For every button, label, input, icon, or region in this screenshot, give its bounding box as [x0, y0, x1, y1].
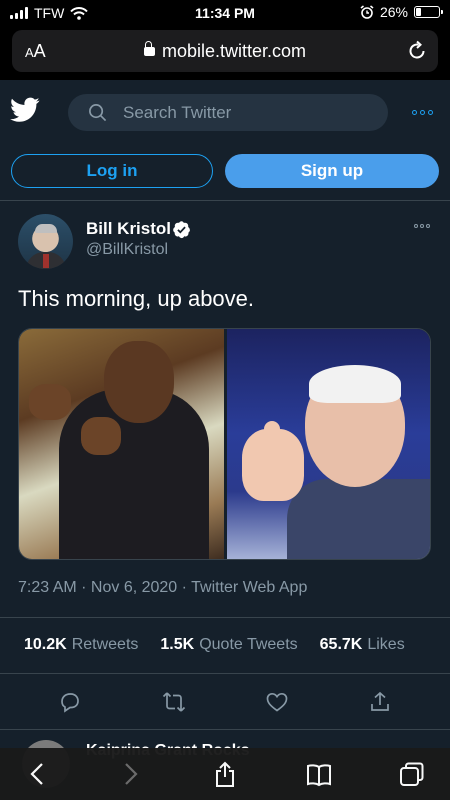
browser-chrome: AA mobile.twitter.com — [0, 26, 450, 80]
battery-icon — [414, 6, 443, 18]
signup-button[interactable]: Sign up — [225, 154, 439, 188]
likes-stat[interactable]: 65.7K Likes — [320, 636, 405, 654]
forward-icon[interactable] — [116, 760, 144, 788]
share-sheet-icon[interactable] — [211, 760, 239, 788]
photo-left[interactable] — [19, 329, 224, 559]
tweet-text: This morning, up above. — [18, 286, 255, 311]
status-right: 26% — [360, 4, 443, 20]
divider — [0, 617, 450, 618]
quote-tweets-stat[interactable]: 1.5K Quote Tweets — [160, 636, 297, 654]
divider — [0, 673, 450, 674]
tabs-icon[interactable] — [398, 760, 426, 788]
avatar[interactable] — [18, 214, 73, 269]
more-icon[interactable] — [412, 110, 433, 115]
search-input[interactable] — [123, 94, 373, 131]
url-text: mobile.twitter.com — [161, 41, 307, 61]
verified-badge-icon — [173, 221, 190, 239]
reload-icon[interactable] — [406, 40, 428, 62]
auth-buttons: Log in Sign up — [0, 154, 450, 190]
browser-toolbar — [0, 748, 450, 800]
search-icon — [89, 104, 107, 122]
twitter-bird-icon[interactable] — [10, 97, 40, 123]
tweet-timestamp[interactable]: 7:23 AM · Nov 6, 2020 · Twitter Web App — [18, 579, 307, 597]
tweet-stats: 10.2K Retweets 1.5K Quote Tweets 65.7K Like… — [24, 636, 427, 654]
status-bar: TFW 11:34 PM 26% — [0, 0, 450, 26]
tweet-more-icon[interactable] — [414, 224, 430, 228]
battery-percent: 26% — [379, 4, 408, 20]
retweets-stat[interactable]: 10.2K Retweets — [24, 636, 138, 654]
twitter-header — [0, 80, 450, 146]
lock-icon — [143, 41, 155, 56]
reply-icon[interactable] — [58, 690, 82, 714]
search-box[interactable] — [68, 94, 388, 131]
retweet-icon[interactable] — [162, 690, 186, 714]
bookmarks-icon[interactable] — [305, 760, 333, 788]
like-icon[interactable] — [265, 690, 289, 714]
login-button[interactable]: Log in — [11, 154, 213, 188]
share-icon[interactable] — [368, 690, 392, 714]
back-icon[interactable] — [24, 760, 52, 788]
alarm-icon — [360, 5, 374, 19]
display-name[interactable]: Bill Kristol — [86, 219, 171, 239]
url-display[interactable]: mobile.twitter.com — [12, 41, 438, 62]
tweet-actions — [0, 690, 450, 716]
divider — [0, 200, 450, 201]
handle[interactable]: @BillKristol — [86, 241, 168, 259]
divider — [0, 729, 450, 730]
address-bar[interactable]: AA mobile.twitter.com — [12, 30, 438, 72]
photo-right[interactable] — [227, 329, 430, 559]
tweet-media[interactable] — [18, 328, 431, 560]
